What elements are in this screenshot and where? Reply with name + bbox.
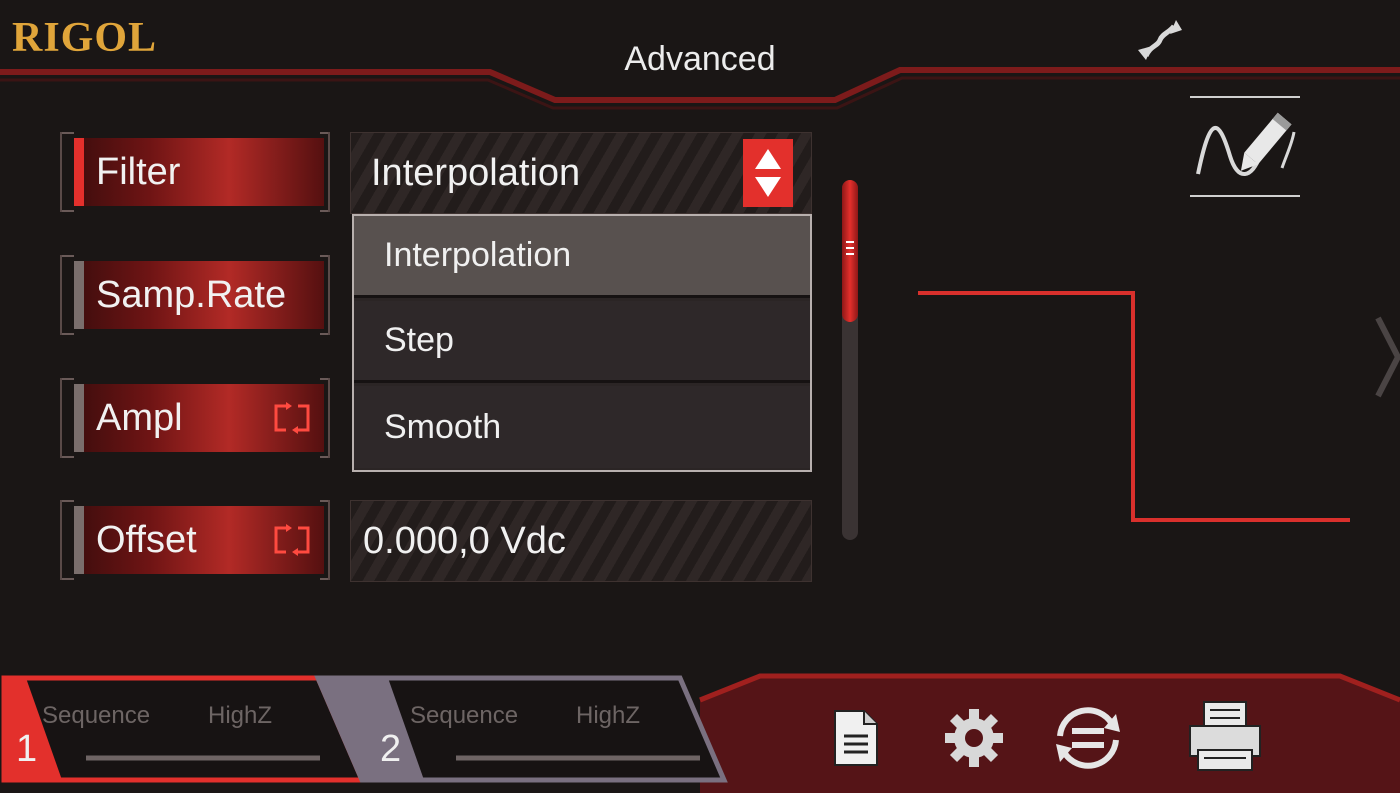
filter-value: Interpolation <box>371 151 581 194</box>
filter-label: Filter <box>96 150 181 193</box>
printer-icon[interactable] <box>1186 700 1264 772</box>
channel-1-number[interactable]: 1 <box>16 728 37 771</box>
swap-icon <box>274 402 310 434</box>
swap-icon <box>274 524 310 556</box>
scrollbar-thumb[interactable] <box>842 180 858 322</box>
ampl-button[interactable]: Ampl <box>60 378 330 458</box>
channel-2-load: HighZ <box>576 702 641 729</box>
filter-value-field[interactable]: Interpolation <box>350 132 812 214</box>
file-icon[interactable] <box>832 708 880 768</box>
channel-2-mode: Sequence <box>410 702 519 729</box>
next-page-chevron <box>1375 316 1400 398</box>
page-title: Advanced <box>624 40 776 78</box>
dropdown-option-smooth[interactable]: Smooth <box>354 386 810 468</box>
samp-rate-button[interactable]: Samp.Rate <box>60 255 330 335</box>
mod-arrow-icon[interactable] <box>1132 16 1188 64</box>
ampl-label: Ampl <box>96 396 183 439</box>
offset-label: Offset <box>96 518 197 561</box>
dropdown-option-interpolation[interactable]: Interpolation <box>354 216 810 298</box>
pencil-wave-icon[interactable] <box>1190 96 1300 198</box>
rigol-logo: RIGOL <box>12 15 158 61</box>
waveform-preview <box>918 291 1350 522</box>
offset-button[interactable]: Offset <box>60 500 330 580</box>
channel-1-mode: Sequence <box>42 702 151 729</box>
channel-1-load: HighZ <box>208 702 273 729</box>
sync-icon[interactable] <box>1050 702 1126 774</box>
samp-rate-label: Samp.Rate <box>96 273 287 316</box>
spin-updown-icon[interactable] <box>743 139 793 207</box>
filter-dropdown: Interpolation Step Smooth <box>352 214 812 472</box>
offset-value-field[interactable]: 0.000,0 Vdc <box>350 500 812 582</box>
gear-icon[interactable] <box>942 706 1006 770</box>
filter-button[interactable]: Filter <box>60 132 330 212</box>
offset-value: 0.000,0 Vdc <box>363 519 566 562</box>
channel-2-number[interactable]: 2 <box>380 728 401 771</box>
dropdown-option-step[interactable]: Step <box>354 301 810 383</box>
